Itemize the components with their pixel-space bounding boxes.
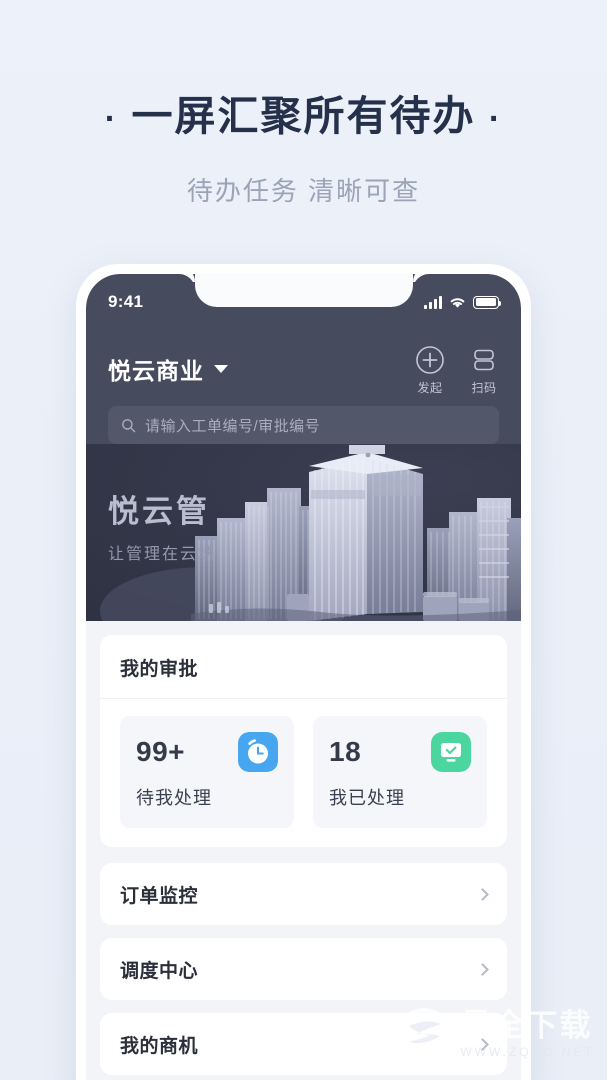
promo-title-text: 一屏汇聚所有待办 <box>131 93 476 139</box>
menu-row-order-monitor[interactable]: 订单监控 <box>100 863 507 925</box>
search-bar-wrap: 请输入工单编号/审批编号 <box>86 406 521 444</box>
stat-pending-top: 99+ <box>136 732 278 772</box>
plus-circle-icon <box>416 346 444 374</box>
city-skyline-illustration <box>191 445 521 621</box>
menu-row-dispatch-center[interactable]: 调度中心 <box>100 938 507 1000</box>
app-header: 9:41 悦云商业 发起 扫码 <box>86 274 521 406</box>
approval-stats: 99+ 待我处理 18 我已处理 <box>100 699 507 847</box>
create-action[interactable]: 发起 <box>415 345 445 396</box>
promo-dot-right: · <box>488 99 503 138</box>
alarm-clock-icon <box>238 732 278 772</box>
stat-pending-value: 99+ <box>136 736 185 767</box>
chevron-right-icon <box>476 962 489 976</box>
chevron-down-icon <box>214 365 228 373</box>
create-action-label: 发起 <box>417 381 443 395</box>
stat-processed-value: 18 <box>329 736 362 767</box>
search-placeholder: 请输入工单编号/审批编号 <box>145 417 321 435</box>
banner-subtitle: 让管理在云端 <box>108 546 217 563</box>
app-bar: 悦云商业 发起 扫码 <box>86 320 521 406</box>
phone-screen: 9:41 悦云商业 发起 扫码 请输入工单编号/审批编号 悦云管 让管理在云端 … <box>86 274 521 1080</box>
promo-subtitle: 待办任务 清晰可查 <box>186 176 421 207</box>
stat-pending-label: 待我处理 <box>136 788 212 808</box>
status-bar: 9:41 <box>86 274 521 320</box>
stat-processed[interactable]: 18 我已处理 <box>313 716 487 828</box>
org-switcher[interactable]: 悦云商业 <box>108 352 228 400</box>
approval-card-title: 我的审批 <box>120 659 199 680</box>
approval-card: 我的审批 99+ 待我处理 18 我已处理 <box>100 635 507 847</box>
stat-processed-top: 18 <box>329 732 471 772</box>
hero-banner[interactable]: 悦云管 让管理在云端 <box>86 444 521 621</box>
chevron-right-icon <box>476 1037 489 1051</box>
promo-header: · 一屏汇聚所有待办 · 待办任务 清晰可查 <box>0 0 607 208</box>
signal-bars-icon <box>424 295 442 309</box>
menu-row-label: 调度中心 <box>120 960 199 982</box>
promo-dot-left: · <box>104 99 119 138</box>
stat-pending[interactable]: 99+ 待我处理 <box>120 716 294 828</box>
status-icons <box>424 295 502 309</box>
menu-row-label: 我的商机 <box>120 1035 199 1057</box>
approval-card-head: 我的审批 <box>100 635 507 699</box>
org-name: 悦云商业 <box>108 358 204 384</box>
phone-mockup: 9:41 悦云商业 发起 扫码 请输入工单编号/审批编号 悦云管 让管理在云端 … <box>76 264 531 1080</box>
scan-action[interactable]: 扫码 <box>469 345 499 396</box>
scan-code-icon <box>474 349 494 371</box>
chevron-right-icon <box>476 887 489 901</box>
scan-action-label: 扫码 <box>471 381 497 395</box>
monitor-check-icon <box>431 732 471 772</box>
main-content: 我的审批 99+ 待我处理 18 我已处理 订单监控 调度中心 我的商机 <box>86 621 521 1080</box>
page-title: · 一屏汇聚所有待办 · <box>0 92 607 141</box>
battery-icon <box>473 295 502 309</box>
search-input[interactable]: 请输入工单编号/审批编号 <box>108 406 499 444</box>
stat-processed-label: 我已处理 <box>329 788 405 808</box>
wifi-icon <box>450 297 465 308</box>
header-actions: 发起 扫码 <box>415 345 499 400</box>
status-time: 9:41 <box>108 292 144 311</box>
menu-row-my-opportunities[interactable]: 我的商机 <box>100 1013 507 1075</box>
banner-title: 悦云管 <box>108 494 210 529</box>
menu-row-label: 订单监控 <box>120 885 199 907</box>
banner-text: 悦云管 让管理在云端 <box>108 486 216 564</box>
search-icon <box>122 418 136 432</box>
